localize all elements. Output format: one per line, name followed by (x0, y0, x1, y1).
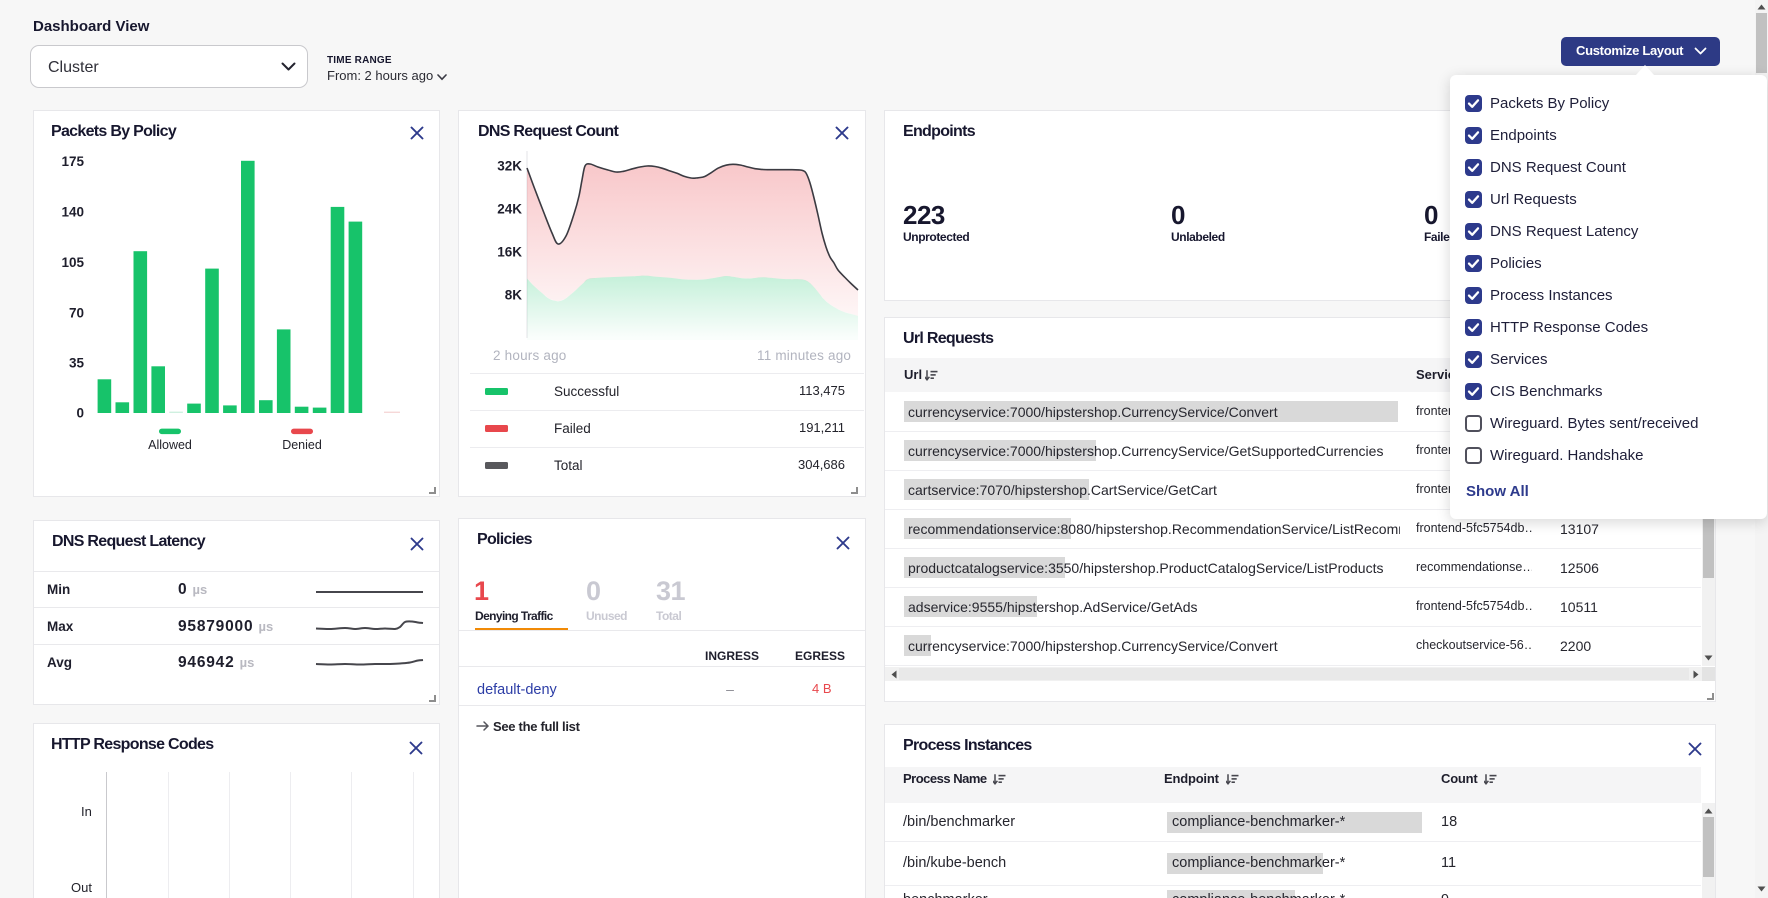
svg-text:Allowed: Allowed (148, 438, 192, 452)
svg-text:16K: 16K (497, 245, 522, 260)
svg-text:8K: 8K (505, 288, 523, 303)
svg-text:70: 70 (69, 305, 84, 320)
svg-text:0: 0 (76, 406, 84, 421)
svg-text:35: 35 (69, 356, 85, 371)
svg-text:32K: 32K (497, 159, 522, 174)
svg-text:105: 105 (61, 255, 84, 270)
svg-text:24K: 24K (497, 202, 522, 217)
svg-text:Denied: Denied (282, 438, 322, 452)
svg-text:140: 140 (61, 205, 84, 220)
svg-text:175: 175 (61, 154, 84, 169)
